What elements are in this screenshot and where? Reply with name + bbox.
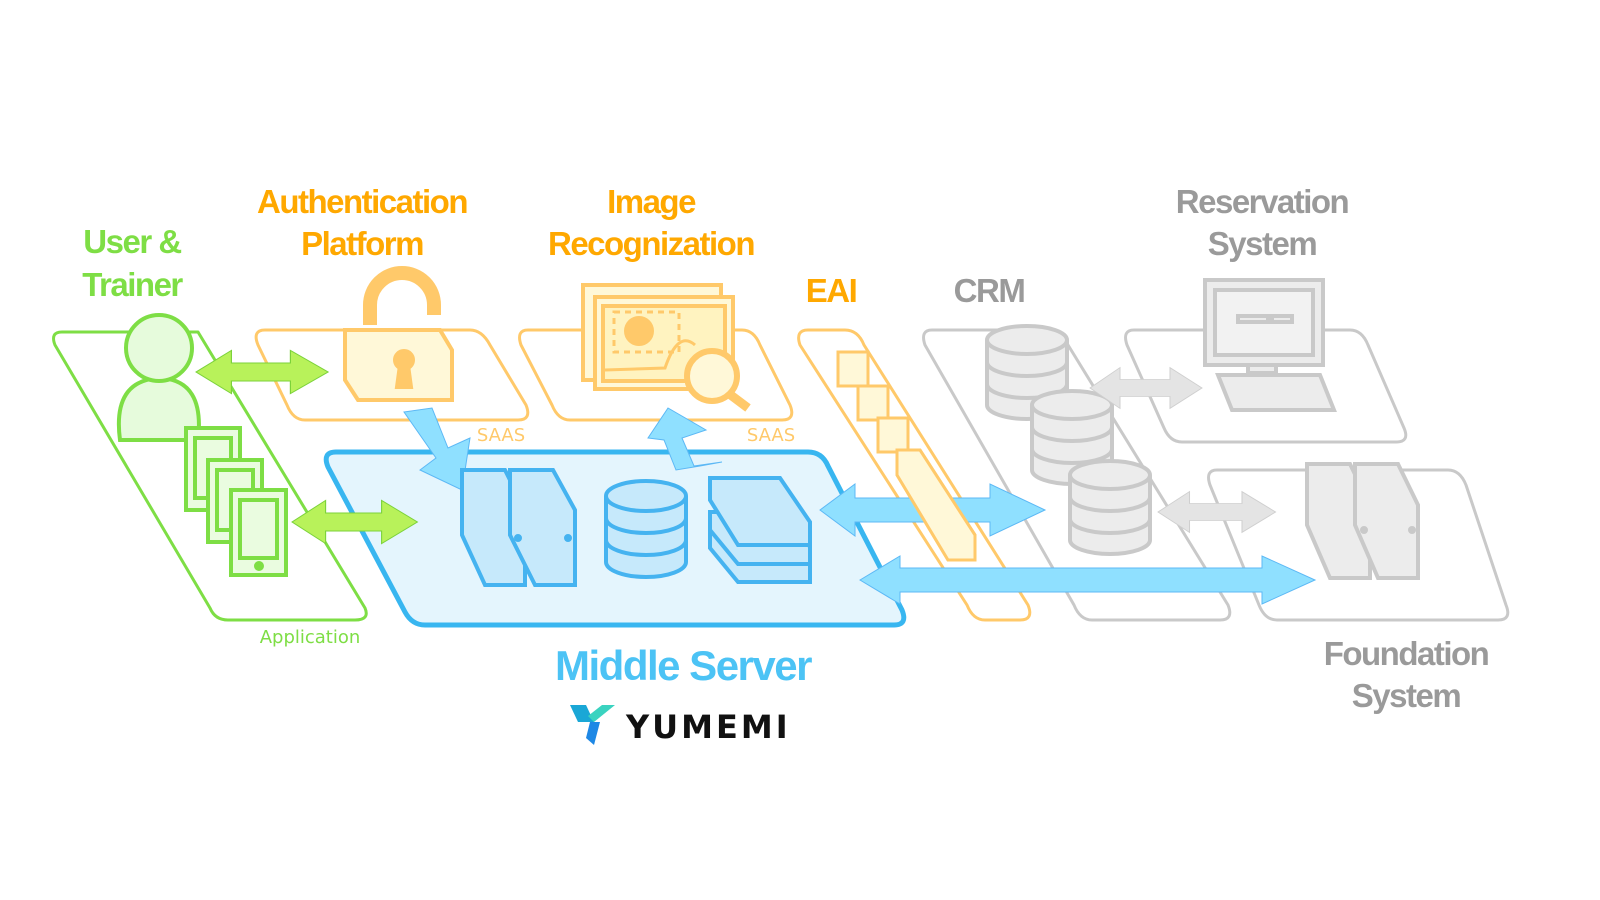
crm-label: CRM (954, 272, 1025, 309)
application-label: Application (260, 627, 361, 648)
database-icon (604, 479, 688, 579)
user-icon (116, 313, 201, 442)
user-label-line2: Trainer (82, 266, 183, 303)
foundation-label-line1: Foundation (1324, 635, 1489, 672)
reservation-label-line1: Reservation (1176, 183, 1349, 220)
logo-text: YUMEMI (625, 708, 791, 746)
auth-label-line1: Authentication (257, 183, 467, 220)
foundation-server-icon (1305, 462, 1420, 580)
reservation-label-line2: System (1208, 225, 1317, 262)
server-foundation-arrow (859, 555, 1317, 605)
image-label-line1: Image (607, 183, 696, 220)
server-icon (460, 468, 577, 587)
image-search-icon (581, 283, 751, 412)
user-label-line1: User & (83, 223, 181, 260)
logo-mark-icon (570, 705, 594, 722)
image-label-line2: Recognization (548, 225, 754, 262)
foundation-label-line2: System (1352, 677, 1461, 714)
architecture-diagram: User & Trainer Authentication Platform I… (52, 183, 1510, 746)
saas-auth-label: SAAS (477, 425, 525, 446)
computer-icon (1203, 278, 1337, 412)
saas-image-label: SAAS (747, 425, 795, 446)
padlock-icon (343, 266, 454, 402)
eai-label: EAI (806, 272, 857, 309)
middle-server-label: Middle Server (555, 642, 812, 689)
auth-label-line2: Platform (301, 225, 423, 262)
yumemi-logo: YUMEMI (570, 705, 791, 746)
